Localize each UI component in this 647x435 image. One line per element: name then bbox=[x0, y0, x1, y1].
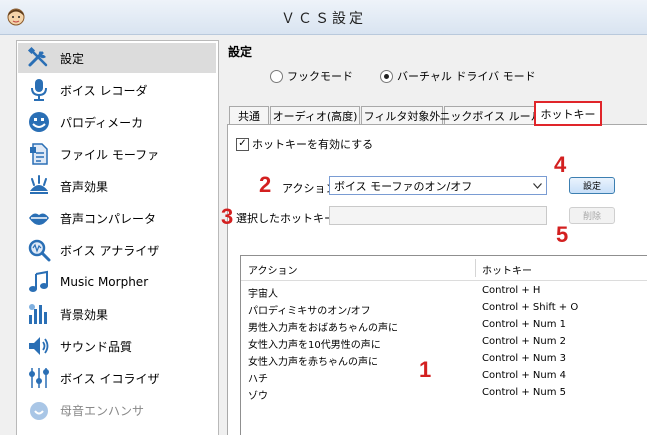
column-header-action[interactable]: アクション bbox=[248, 262, 298, 277]
radio-label: バーチャル ドライバ モード bbox=[397, 70, 536, 83]
sidebar-item-label: ボイス イコライザ bbox=[60, 371, 160, 386]
set-button[interactable]: 設定 bbox=[569, 177, 615, 194]
tab-filter-exclusion[interactable]: フィルタ対象外 bbox=[361, 106, 443, 125]
row-hotkey: Control + H bbox=[482, 285, 541, 296]
sidebar-item-voice-analyzer[interactable]: ボイス アナライザ bbox=[18, 235, 216, 265]
checkbox-label: ホットキーを有効にする bbox=[252, 138, 374, 151]
table-row[interactable]: 宇宙人 Control + H bbox=[241, 283, 647, 300]
selected-hotkey-field[interactable] bbox=[329, 206, 547, 225]
sidebar-item-label: 音声コンパレータ bbox=[60, 211, 157, 226]
equalizer-icon bbox=[24, 300, 54, 328]
column-header-hotkey[interactable]: ホットキー bbox=[482, 262, 532, 277]
hotkey-list: アクション ホットキー 宇宙人 Control + H パロディミキサのオン/オ… bbox=[240, 255, 647, 435]
radio-indicator bbox=[380, 69, 393, 83]
row-action: ハチ bbox=[248, 374, 268, 385]
table-row[interactable]: 女性入力声を赤ちゃんの声に Control + Num 3 bbox=[241, 351, 647, 368]
table-row[interactable]: ハチ Control + Num 4 bbox=[241, 368, 647, 385]
page-title: 設定 bbox=[228, 45, 253, 59]
vowel-icon bbox=[24, 396, 54, 424]
voice-effect-icon bbox=[24, 172, 54, 200]
radio-label: フックモード bbox=[287, 70, 353, 83]
sidebar-item-voice-comparator[interactable]: 音声コンパレータ bbox=[18, 203, 216, 233]
row-action: 男性入力声をおばあちゃんの声に bbox=[248, 323, 398, 334]
sidebar-item-music-morpher[interactable]: Music Morpher bbox=[18, 267, 216, 297]
radio-indicator bbox=[270, 69, 283, 83]
row-hotkey: Control + Num 3 bbox=[482, 353, 566, 364]
tab-hotkey[interactable]: ホットキー bbox=[534, 101, 602, 126]
row-hotkey: Control + Shift + O bbox=[482, 302, 579, 313]
sidebar-item-voice-equalizer[interactable]: ボイス イコライザ bbox=[18, 363, 216, 393]
table-row[interactable]: ゾウ Control + Num 5 bbox=[241, 385, 647, 402]
row-action: 女性入力声を赤ちゃんの声に bbox=[248, 357, 378, 368]
row-hotkey: Control + Num 4 bbox=[482, 370, 566, 381]
sidebar-item-label: 母音エンハンサ bbox=[60, 403, 145, 418]
sidebar-item-label: ボイス アナライザ bbox=[60, 243, 160, 258]
sidebar-item-vowel-enhancer[interactable]: 母音エンハンサ bbox=[18, 395, 216, 425]
row-hotkey: Control + Num 1 bbox=[482, 319, 566, 330]
sidebar-item-label: ファイル モーファ bbox=[60, 147, 160, 162]
sidebar-item-parody-maker[interactable]: パロディメーカ bbox=[18, 107, 216, 137]
tab-common[interactable]: 共通 bbox=[229, 106, 269, 125]
sidebar-item-voice-effect[interactable]: 音声効果 bbox=[18, 171, 216, 201]
title-bar: ＶＣＳ設定 bbox=[0, 0, 647, 35]
sidebar-item-label: Music Morpher bbox=[60, 275, 149, 289]
speaker-icon bbox=[24, 332, 54, 360]
delete-button[interactable]: 削除 bbox=[569, 207, 615, 224]
action-select[interactable]: ボイス モーファのオン/オフ bbox=[329, 176, 547, 195]
row-hotkey: Control + Num 2 bbox=[482, 336, 566, 347]
table-row[interactable]: 男性入力声をおばあちゃんの声に Control + Num 1 bbox=[241, 317, 647, 334]
sidebar-item-label: パロディメーカ bbox=[60, 115, 144, 130]
tab-audio-advanced[interactable]: オーディオ(高度) bbox=[270, 106, 360, 125]
sidebar-item-settings[interactable]: 設定 bbox=[18, 43, 216, 73]
window-title: ＶＣＳ設定 bbox=[281, 11, 366, 27]
row-action: 女性入力声を10代男性の声に bbox=[248, 340, 381, 351]
annotation-2: 2 bbox=[259, 172, 272, 197]
annotation-3: 3 bbox=[221, 204, 234, 229]
sidebar-item-voice-recorder[interactable]: ボイス レコーダ bbox=[18, 75, 216, 105]
selected-hotkey-label: 選択したホットキー bbox=[236, 212, 335, 225]
row-action: 宇宙人 bbox=[248, 289, 278, 300]
chevron-down-icon bbox=[530, 178, 544, 193]
file-icon bbox=[24, 140, 54, 168]
row-hotkey: Control + Num 5 bbox=[482, 387, 566, 398]
sidebar-item-label: サウンド品質 bbox=[60, 339, 133, 354]
settings-window: ＶＣＳ設定 設定 ボイス レコーダ パロディメーカ ファイル モーファ 音声効果… bbox=[0, 0, 647, 435]
sliders-icon bbox=[24, 364, 54, 392]
virtual-driver-mode-radio[interactable]: バーチャル ドライバ モード bbox=[380, 68, 536, 84]
sidebar: 設定 ボイス レコーダ パロディメーカ ファイル モーファ 音声効果 音声コンパ… bbox=[16, 40, 219, 435]
microphone-icon bbox=[24, 76, 54, 104]
lips-icon bbox=[24, 204, 54, 232]
music-note-icon bbox=[24, 268, 54, 296]
face-icon bbox=[24, 108, 54, 136]
sidebar-item-label: ボイス レコーダ bbox=[60, 83, 148, 98]
row-action: ゾウ bbox=[248, 391, 268, 402]
list-header: アクション ホットキー bbox=[241, 256, 647, 281]
table-row[interactable]: 女性入力声を10代男性の声に Control + Num 2 bbox=[241, 334, 647, 351]
annotation-1: 1 bbox=[419, 357, 432, 382]
magnifier-icon bbox=[24, 236, 54, 264]
annotation-5: 5 bbox=[556, 222, 569, 247]
table-row[interactable]: パロディミキサのオン/オフ Control + Shift + O bbox=[241, 300, 647, 317]
sidebar-item-background-effect[interactable]: 背景効果 bbox=[18, 299, 216, 329]
action-select-value: ボイス モーファのオン/オフ bbox=[334, 179, 473, 193]
column-divider[interactable] bbox=[475, 259, 476, 277]
sidebar-item-file-morpher[interactable]: ファイル モーファ bbox=[18, 139, 216, 169]
sidebar-item-label: 音声効果 bbox=[60, 179, 109, 194]
sidebar-item-sound-quality[interactable]: サウンド品質 bbox=[18, 331, 216, 361]
hook-mode-radio[interactable]: フックモード bbox=[270, 68, 353, 84]
annotation-4: 4 bbox=[554, 152, 567, 177]
tab-nickvoice-rules[interactable]: ニックボイス ルール bbox=[439, 106, 542, 125]
sidebar-item-label: 背景効果 bbox=[60, 307, 109, 322]
row-action: パロディミキサのオン/オフ bbox=[248, 306, 371, 317]
sidebar-item-label: 設定 bbox=[60, 51, 85, 66]
enable-hotkey-checkbox[interactable]: ✓ ホットキーを有効にする bbox=[236, 136, 373, 152]
tools-icon bbox=[24, 44, 54, 72]
checkbox-indicator: ✓ bbox=[236, 137, 249, 151]
